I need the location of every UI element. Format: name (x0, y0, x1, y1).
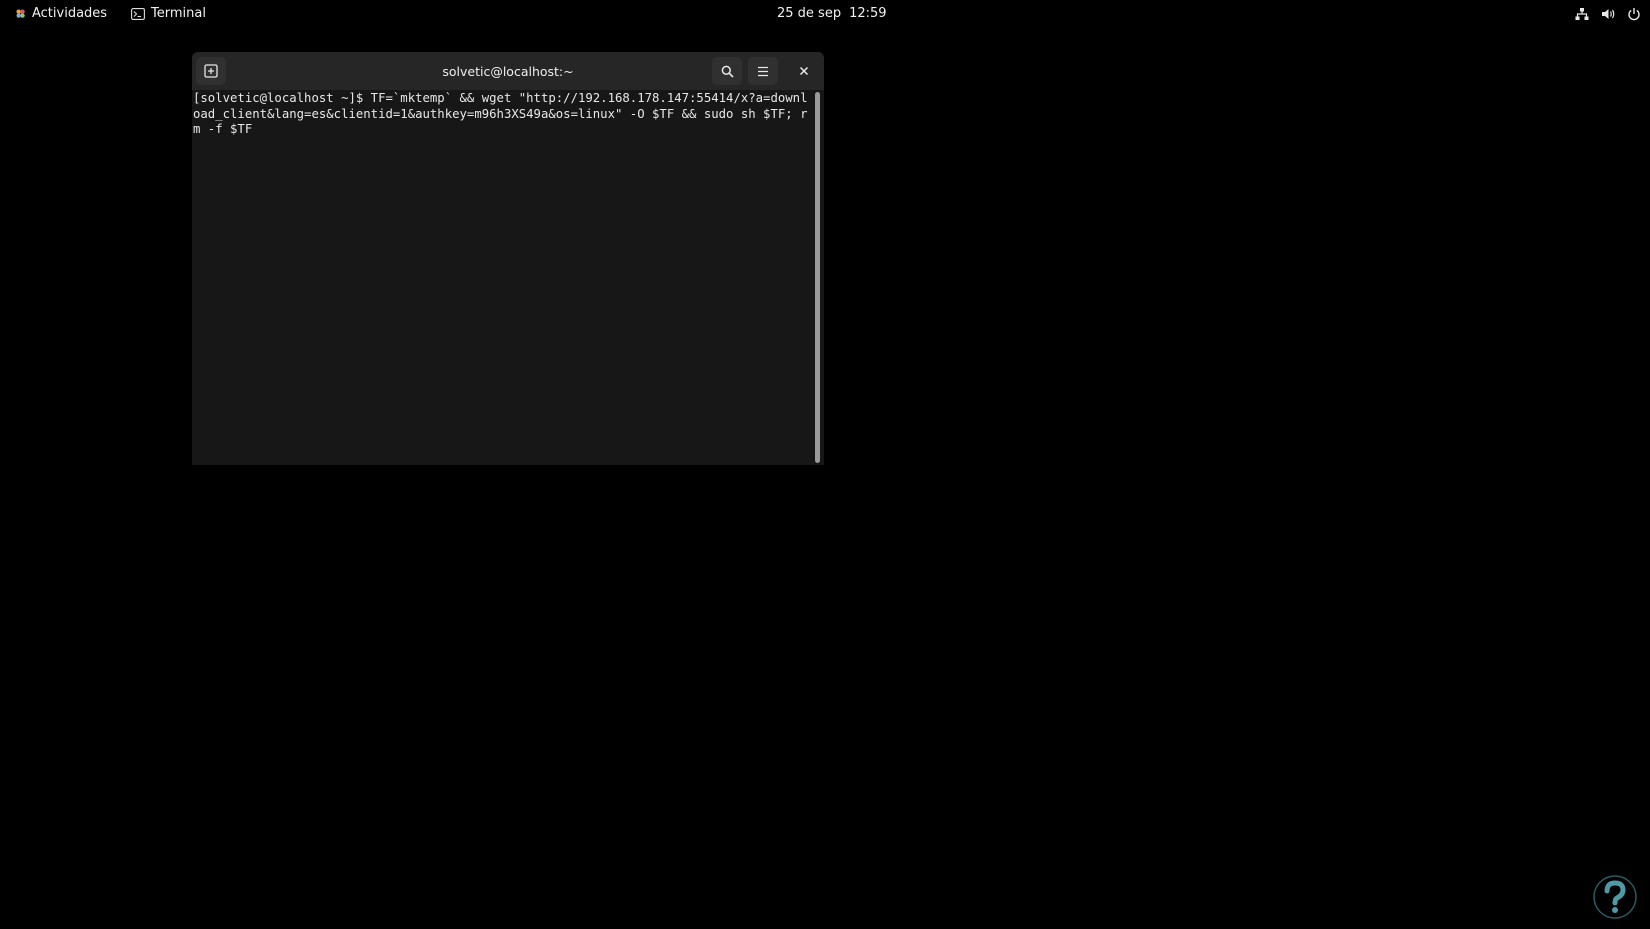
network-icon[interactable] (1574, 6, 1590, 22)
app-menu-terminal[interactable]: Terminal (131, 0, 206, 27)
new-tab-icon (204, 64, 218, 78)
terminal-output-area[interactable]: [solvetic@localhost ~]$ TF=`mktemp` && w… (192, 90, 812, 465)
menu-button[interactable] (748, 57, 778, 85)
app-menu-label: Terminal (151, 6, 206, 21)
search-button[interactable] (712, 57, 742, 85)
new-tab-button[interactable] (196, 57, 226, 85)
terminal-app-icon (131, 7, 145, 20)
activities-label: Actividades (32, 6, 108, 21)
power-icon[interactable] (1626, 6, 1642, 22)
search-icon (721, 65, 734, 78)
terminal-window[interactable]: solvetic@localhost:~ [solvetic@localhost… (192, 52, 824, 465)
system-tray[interactable] (1574, 0, 1642, 27)
terminal-titlebar[interactable]: solvetic@localhost:~ (192, 52, 824, 90)
scrollbar-thumb[interactable] (815, 92, 820, 463)
clock-date: 25 de sep (777, 6, 842, 21)
clock-time: 12:59 (849, 6, 887, 21)
activities-logo-icon (16, 9, 25, 18)
close-button[interactable] (789, 57, 819, 85)
top-bar: Actividades Terminal 25 de sep 12:59 (0, 0, 1650, 27)
terminal-command-line[interactable]: [solvetic@localhost ~]$ TF=`mktemp` && w… (193, 91, 811, 138)
close-icon (799, 66, 809, 76)
terminal-scrollbar[interactable] (813, 92, 822, 463)
activities-button[interactable]: Actividades (15, 0, 107, 27)
help-watermark-icon (1593, 875, 1637, 919)
hamburger-menu-icon (758, 66, 768, 76)
volume-icon[interactable] (1600, 6, 1616, 22)
clock-button[interactable]: 25 de sep 12:59 (777, 0, 887, 27)
